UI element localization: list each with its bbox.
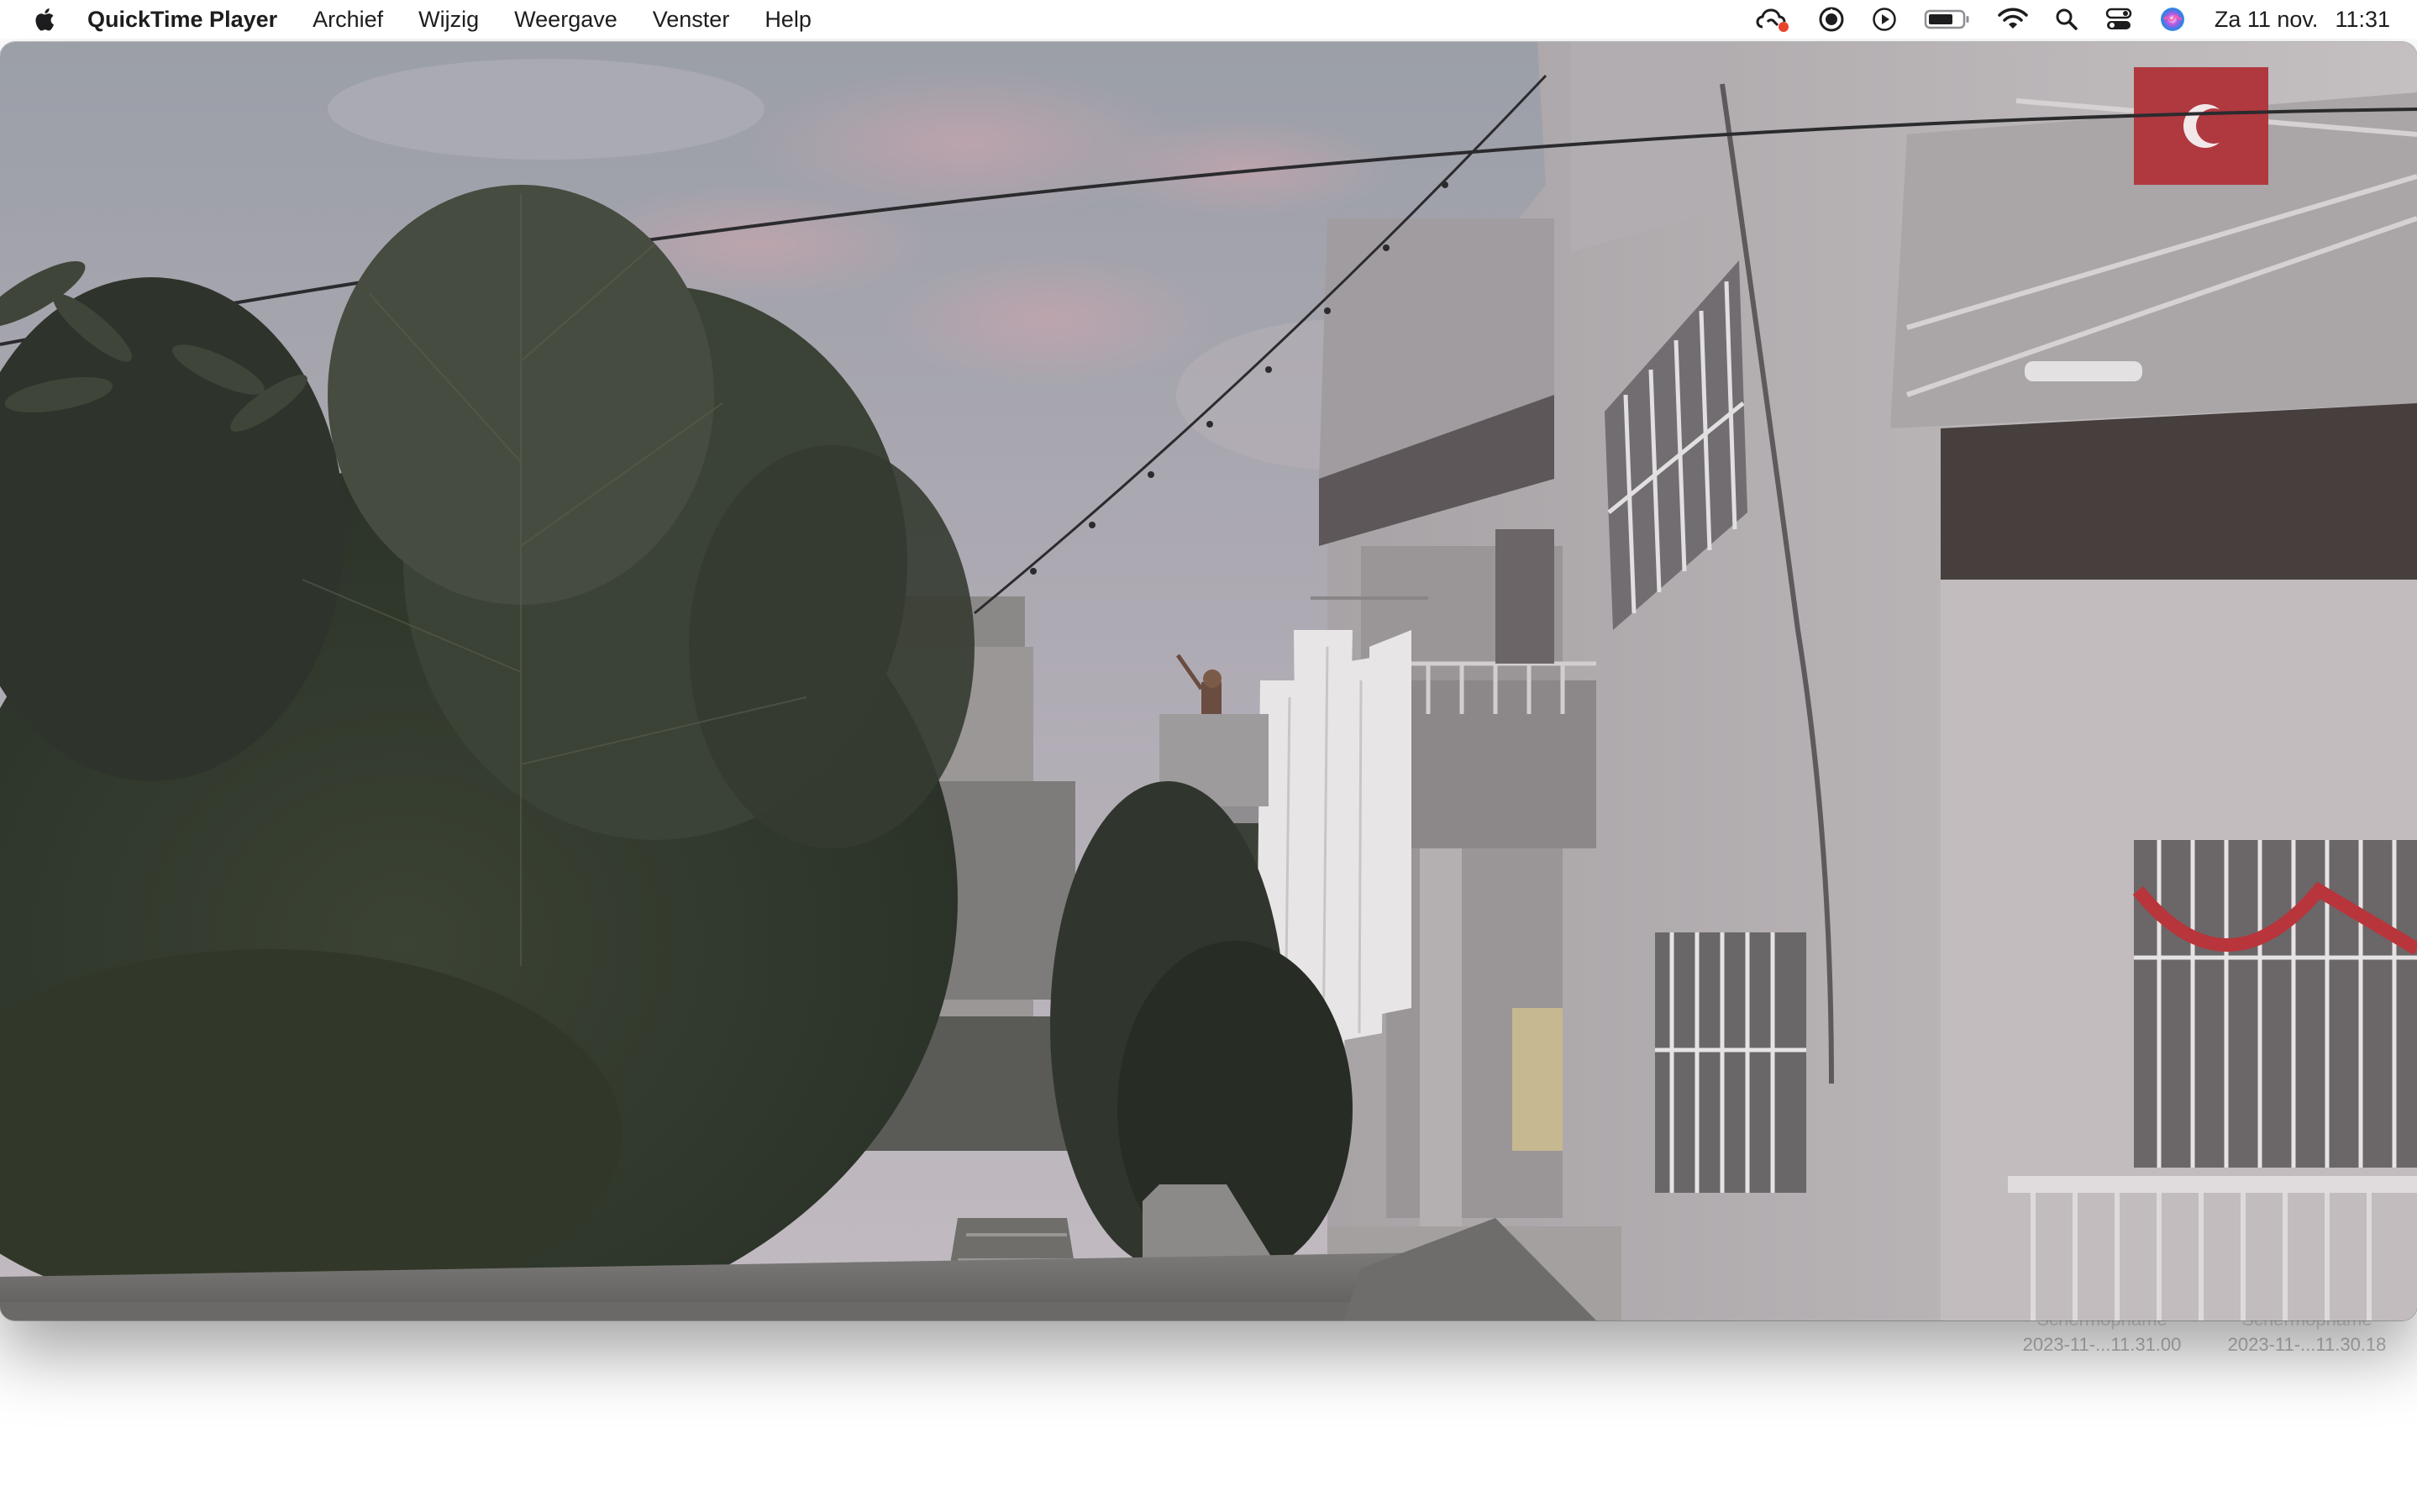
screen-record-icon[interactable] xyxy=(1818,0,1845,39)
menu-app-name[interactable]: QuickTime Player xyxy=(87,0,295,39)
siri-icon[interactable] xyxy=(2159,0,2186,39)
menu-wijzig[interactable]: Wijzig xyxy=(401,0,497,39)
desktop: QuickTime Player Archief Wijzig Weergave… xyxy=(0,0,2417,1512)
battery-icon[interactable] xyxy=(1924,0,1971,39)
menu-help[interactable]: Help xyxy=(747,0,829,39)
creative-cloud-icon[interactable] xyxy=(1756,0,1791,39)
control-center-icon[interactable] xyxy=(2105,0,2132,39)
menu-bar: QuickTime Player Archief Wijzig Weergave… xyxy=(0,0,2417,39)
menu-weergave[interactable]: Weergave xyxy=(497,0,635,39)
play-circle-icon[interactable] xyxy=(1872,0,1897,39)
menu-archief[interactable]: Archief xyxy=(295,0,401,39)
apple-menu-icon[interactable] xyxy=(0,0,87,39)
clock-date: Za 11 nov. xyxy=(2214,6,2319,32)
quicktime-player-window[interactable] xyxy=(0,42,2417,1320)
clock-time: 11:31 xyxy=(2335,6,2390,32)
menu-venster[interactable]: Venster xyxy=(635,0,748,39)
video-frame[interactable] xyxy=(0,42,2417,1320)
desktop-file-date: 2023-11-...11.31.00 xyxy=(2022,1334,2182,1355)
menu-clock[interactable]: Za 11 nov. 11:31 xyxy=(2215,7,2390,33)
status-area: Za 11 nov. 11:31 xyxy=(1742,0,2417,39)
desktop-file-date: 2023-11-...11.30.18 xyxy=(2227,1334,2387,1355)
wifi-icon[interactable] xyxy=(1998,0,2028,39)
spotlight-search-icon[interactable] xyxy=(2055,0,2078,39)
